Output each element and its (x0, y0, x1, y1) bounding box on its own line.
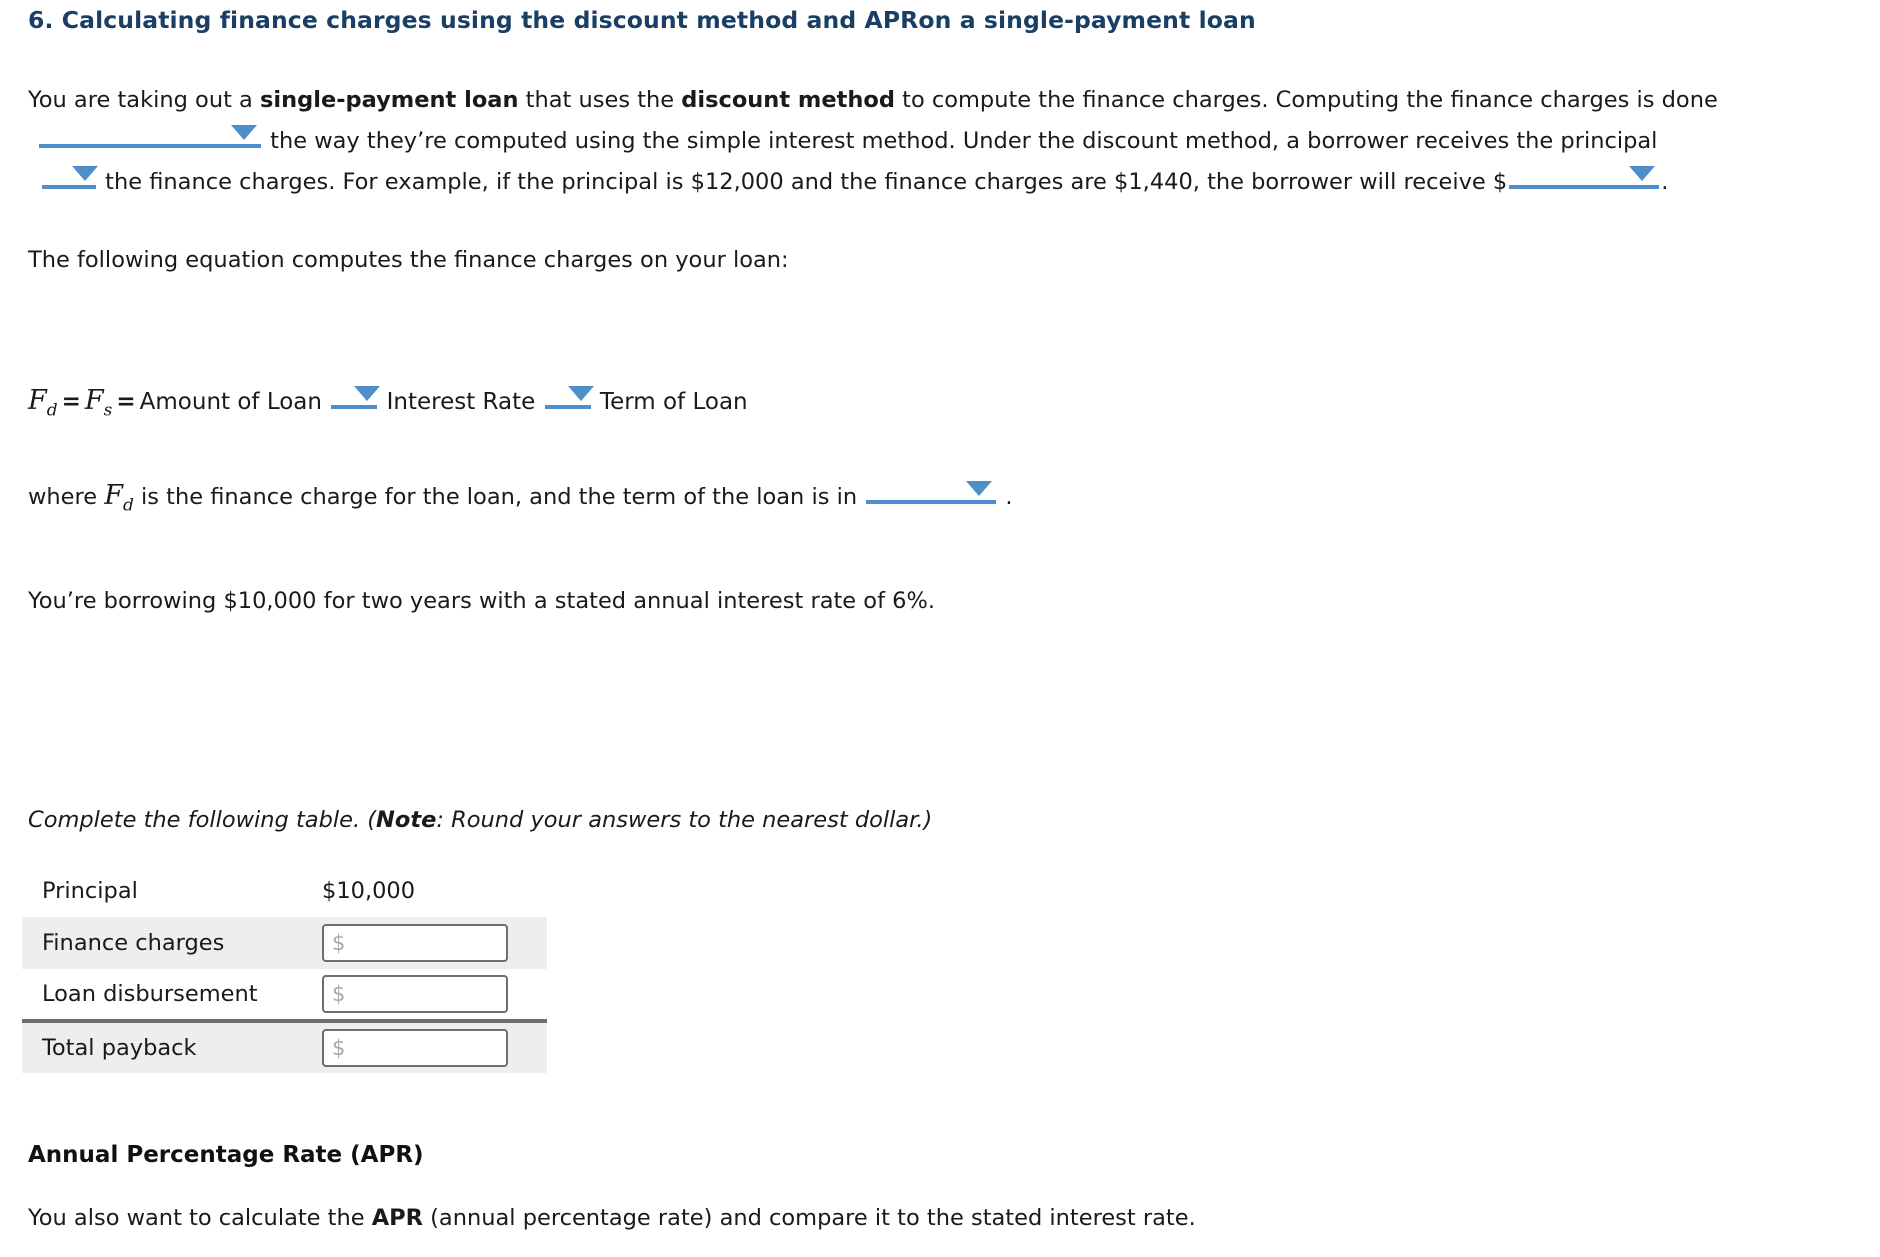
table-body: Principal $10,000 Finance charges Loan d… (22, 865, 547, 1073)
row-label-principal: Principal (42, 878, 138, 904)
where-symbol-fd: Fd (104, 480, 134, 516)
intro-line-1: You are taking out a single-payment loan… (28, 80, 1718, 120)
chevron-down-icon (354, 386, 381, 401)
intro-text-6: . (1661, 169, 1669, 195)
apr-section-text: You also want to calculate the APR (annu… (28, 1205, 1196, 1231)
total-payback-input[interactable] (322, 1029, 508, 1067)
apr-text-2: (annual percentage rate) and compare it … (423, 1205, 1196, 1231)
page-title: 6. Calculating finance charges using the… (28, 6, 1256, 34)
table-row: Principal $10,000 (22, 865, 547, 917)
intro-text-2: that uses the (518, 87, 682, 113)
equation-symbol-fs: Fs (84, 385, 113, 421)
row-value-loan-disbursement (322, 969, 547, 1021)
equation-where-line: where Fd is the finance charge for the l… (28, 478, 1013, 515)
row-value-principal: $10,000 (322, 878, 416, 904)
row-label-total-payback: Total payback (22, 1019, 322, 1073)
apr-section-heading: Annual Percentage Rate (APR) (28, 1142, 424, 1168)
intro-text-5: the finance charges. For example, if the… (98, 169, 1508, 195)
row-value-finance-charges (322, 917, 547, 969)
chevron-down-icon (966, 481, 993, 496)
intro-text-4: the way they’re computed using the simpl… (263, 128, 1658, 154)
loan-disbursement-input[interactable] (322, 975, 508, 1013)
where-text-2: is the finance charge for the loan, and … (133, 484, 858, 510)
receive-amount-dropdown[interactable] (1509, 163, 1660, 189)
loan-summary-table: Principal $10,000 Finance charges Loan d… (22, 865, 547, 1073)
chevron-down-icon (1629, 166, 1656, 181)
chevron-down-icon (567, 386, 594, 401)
instruction-text-2: : Round your answers to the nearest doll… (436, 807, 933, 833)
intro-text-1: You are taking out a (28, 87, 260, 113)
finance-charge-equation: Fd = Fs = Amount of Loan Interest Rate Term … (28, 383, 748, 420)
scenario-text: You’re borrowing $10,000 for two years w… (28, 588, 935, 614)
equation-operator-2-dropdown[interactable] (544, 383, 594, 409)
where-text-3: . (1005, 484, 1013, 510)
comparison-method-dropdown[interactable] (39, 122, 261, 148)
equation-term-interest-rate: Interest Rate (386, 389, 536, 415)
equation-intro-text: The following equation computes the fina… (28, 247, 789, 273)
table-row: Finance charges (22, 917, 547, 969)
chevron-down-icon (231, 125, 257, 140)
apr-bold-abbrev: APR (371, 1205, 423, 1231)
finance-charges-input[interactable] (322, 924, 508, 962)
chevron-down-icon (72, 166, 98, 181)
equation-term-term-of-loan: Term of Loan (599, 389, 748, 415)
term-units-dropdown[interactable] (866, 478, 997, 504)
intro-line-3: the finance charges. For example, if the… (40, 162, 1668, 202)
intro-text-3: to compute the finance charges. Computin… (894, 87, 1718, 113)
row-label-finance-charges: Finance charges (42, 930, 225, 956)
apr-text-1: You also want to calculate the (28, 1205, 372, 1231)
row-value-total-payback (322, 1019, 547, 1073)
where-text-1: where (28, 484, 105, 510)
equation-symbol-fd: Fd (28, 385, 58, 421)
intro-line-2: the way they’re computed using the simpl… (37, 121, 1657, 161)
equation-operator-1-dropdown[interactable] (331, 383, 381, 409)
table-instruction: Complete the following table. (Note: Rou… (28, 800, 932, 840)
instruction-text-1: Complete the following table. ( (28, 807, 377, 833)
principal-relation-dropdown[interactable] (42, 163, 98, 189)
row-label-loan-disbursement: Loan disbursement (42, 981, 258, 1007)
equation-term-amount-of-loan: Amount of Loan (139, 389, 322, 415)
equation-equals-1: = (61, 389, 81, 415)
table-row: Total payback (22, 1019, 547, 1073)
equation-equals-2: = (116, 389, 136, 415)
worksheet-page: 6. Calculating finance charges using the… (0, 0, 1880, 1257)
table-row: Loan disbursement (22, 969, 547, 1021)
intro-bold-discount-method: discount method (681, 87, 895, 113)
instruction-bold-note: Note (376, 807, 437, 833)
intro-bold-single-payment-loan: single-payment loan (260, 87, 519, 113)
